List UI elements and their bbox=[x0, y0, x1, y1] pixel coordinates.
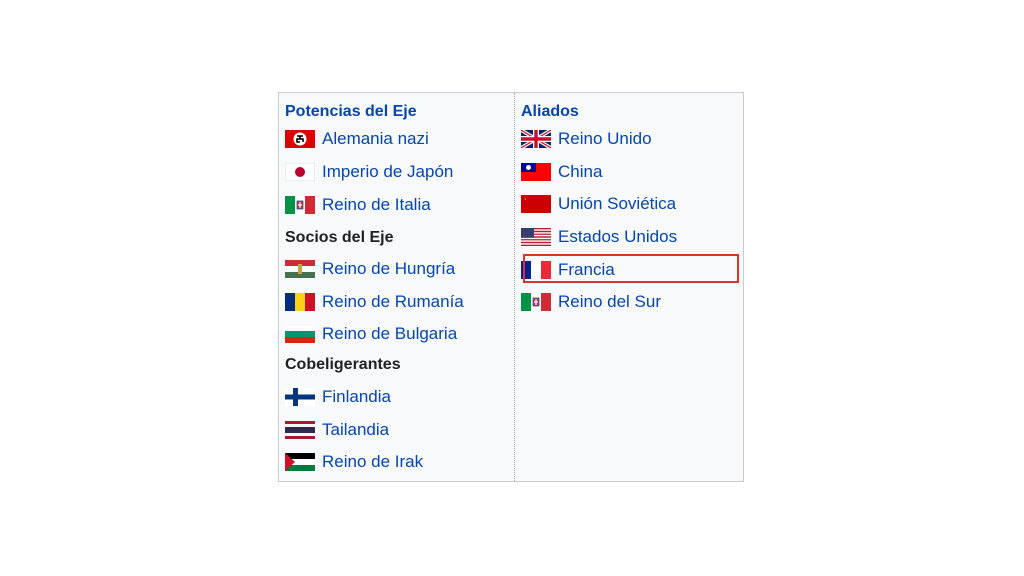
allies-heading[interactable]: Aliados bbox=[521, 102, 579, 122]
list-item-alemania-nazi[interactable]: Alemania nazi bbox=[285, 128, 429, 150]
list-item-label: Reino Unido bbox=[558, 129, 652, 148]
list-item-label: Reino del Sur bbox=[558, 292, 662, 311]
list-item-label: Estados Unidos bbox=[558, 227, 678, 246]
list-item-label: Reino de Hungría bbox=[322, 259, 456, 278]
italy-flag-icon bbox=[285, 196, 315, 214]
list-item-reino-de-bulgaria[interactable]: Reino de Bulgaria bbox=[285, 323, 457, 345]
nazi-germany-flag-icon bbox=[285, 130, 315, 148]
list-item-label: Francia bbox=[558, 260, 615, 279]
list-item-label: Alemania nazi bbox=[322, 129, 429, 148]
japan-flag-icon bbox=[285, 163, 315, 181]
romania-flag-icon bbox=[285, 293, 315, 311]
list-item-label: Reino de Italia bbox=[322, 195, 431, 214]
soviet-union-flag-icon bbox=[521, 195, 551, 213]
belligerents-infobox: Potencias del Eje Alemania nazi Imperio … bbox=[278, 92, 744, 482]
iraq-flag-icon bbox=[285, 453, 315, 471]
uk-flag-icon bbox=[521, 130, 551, 148]
list-item-estados-unidos[interactable]: Estados Unidos bbox=[521, 226, 677, 248]
italy-south-flag-icon bbox=[521, 293, 551, 311]
list-item-reino-del-sur[interactable]: Reino del Sur bbox=[521, 291, 661, 313]
list-item-china[interactable]: China bbox=[521, 161, 602, 183]
list-item-union-sovietica[interactable]: Unión Soviética bbox=[521, 193, 676, 215]
list-item-francia[interactable]: Francia bbox=[521, 259, 615, 281]
china-roc-flag-icon bbox=[521, 163, 551, 181]
list-item-reino-de-irak[interactable]: Reino de Irak bbox=[285, 451, 423, 473]
list-item-label: Finlandia bbox=[322, 387, 391, 406]
thailand-flag-icon bbox=[285, 421, 315, 439]
axis-partners-heading: Socios del Eje bbox=[285, 229, 394, 246]
list-item-label: Imperio de Japón bbox=[322, 162, 454, 181]
list-item-label: Reino de Rumanía bbox=[322, 292, 464, 311]
list-item-label: Unión Soviética bbox=[558, 194, 677, 213]
bulgaria-flag-icon bbox=[285, 325, 315, 343]
list-item-label: China bbox=[558, 162, 603, 181]
allies-column: Aliados Reino Unido China Unión Soviétic… bbox=[515, 93, 743, 481]
list-item-imperio-de-japon[interactable]: Imperio de Japón bbox=[285, 161, 453, 183]
list-item-reino-unido[interactable]: Reino Unido bbox=[521, 128, 652, 150]
list-item-label: Tailandia bbox=[322, 420, 390, 439]
france-flag-icon bbox=[521, 261, 551, 279]
list-item-reino-de-rumania[interactable]: Reino de Rumanía bbox=[285, 291, 464, 313]
axis-powers-heading[interactable]: Potencias del Eje bbox=[285, 102, 417, 122]
co-belligerents-heading: Cobeligerantes bbox=[285, 356, 401, 373]
finland-flag-icon bbox=[285, 388, 315, 406]
list-item-label: Reino de Irak bbox=[322, 452, 424, 471]
hungary-flag-icon bbox=[285, 260, 315, 278]
usa-flag-icon bbox=[521, 228, 551, 246]
list-item-label: Reino de Bulgaria bbox=[322, 324, 458, 343]
axis-column: Potencias del Eje Alemania nazi Imperio … bbox=[279, 93, 515, 481]
list-item-reino-de-hungria[interactable]: Reino de Hungría bbox=[285, 258, 455, 280]
list-item-reino-de-italia[interactable]: Reino de Italia bbox=[285, 194, 431, 216]
list-item-tailandia[interactable]: Tailandia bbox=[285, 419, 389, 441]
list-item-finlandia[interactable]: Finlandia bbox=[285, 386, 391, 408]
